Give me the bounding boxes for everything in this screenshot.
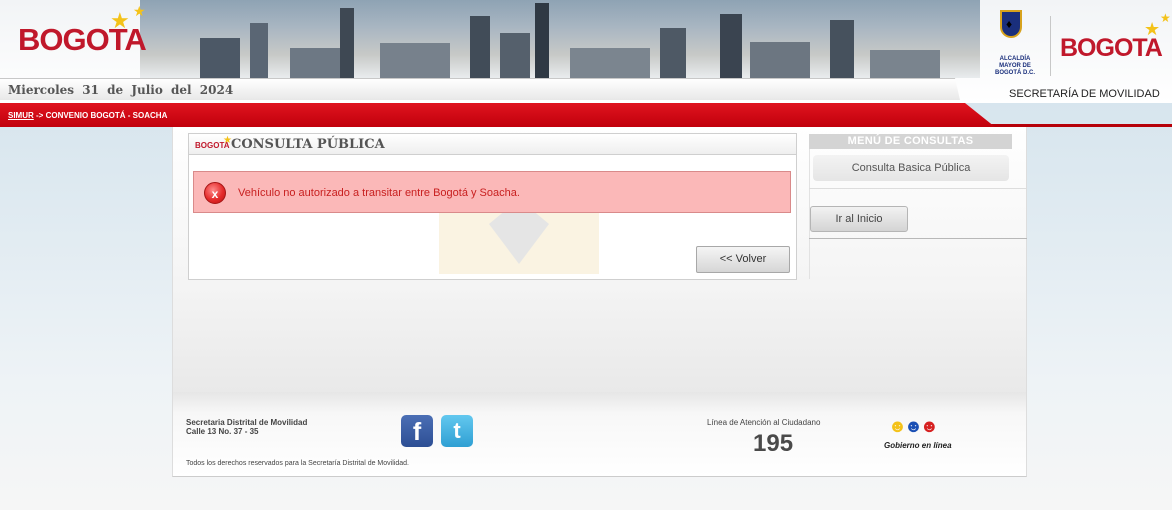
- secretaria-label: SECRETARÍA DE MOVILIDAD: [1009, 88, 1160, 100]
- main-content: BOGOTA ★ CONSULTA PÚBLICA x Vehículo no …: [172, 127, 1027, 392]
- page-title: CONSULTA PÚBLICA: [231, 137, 385, 152]
- panel-header: BOGOTA ★ CONSULTA PÚBLICA: [189, 134, 796, 155]
- breadcrumb-bar: SIMUR -> CONVENIO BOGOTÁ - SOACHA: [0, 103, 995, 127]
- site-footer: Secretaria Distrital de Movilidad Calle …: [172, 392, 1027, 477]
- star-icon: ★: [133, 3, 146, 19]
- star-icon: ★: [110, 8, 130, 33]
- org-address: Calle 13 No. 37 - 35: [186, 427, 259, 436]
- facebook-icon[interactable]: f: [401, 415, 433, 447]
- twitter-icon[interactable]: t: [441, 415, 473, 447]
- menu-divider: [809, 238, 1027, 239]
- site-header: BOGOTA ★ ★ Miercoles 31 de Julio del 202…: [0, 0, 1172, 103]
- menu-heading: MENÚ DE CONSULTAS: [809, 134, 1012, 149]
- copyright-notice: Todos los derechos reservados para la Se…: [186, 460, 409, 467]
- logo-divider: [1050, 16, 1051, 76]
- breadcrumb-current: -> CONVENIO BOGOTÁ - SOACHA: [33, 111, 168, 120]
- shield-icon: ♦: [1000, 10, 1022, 38]
- error-icon: x: [204, 182, 226, 204]
- menu-item-consulta-basica[interactable]: Consulta Basica Pública: [813, 155, 1009, 181]
- back-button[interactable]: << Volver: [696, 246, 790, 273]
- alcaldia-logo: ♦ ALCALDÍA MAYOR DE BOGOTÁ D.C. BOGOTA ★…: [982, 6, 1172, 101]
- gobierno-en-linea-label: Gobierno en línea: [884, 441, 952, 450]
- star-icon: ★: [1144, 19, 1161, 39]
- breadcrumb-link-simur[interactable]: SIMUR: [8, 111, 34, 120]
- star-icon: ★: [1160, 11, 1171, 25]
- error-alert: x Vehículo no autorizado a transitar ent…: [193, 171, 791, 213]
- city-skyline-banner: [140, 0, 980, 78]
- date-bar: Miercoles 31 de Julio del 2024: [0, 78, 960, 100]
- gobierno-en-linea-icon[interactable]: ☻☻☻ Gobierno en línea: [878, 416, 968, 456]
- hotline-label: Línea de Atención al Ciudadano: [707, 418, 821, 427]
- org-name: Secretaria Distrital de Movilidad: [186, 418, 308, 427]
- alcaldia-label: ALCALDÍA MAYOR DE BOGOTÁ D.C.: [995, 56, 1035, 76]
- hotline-number: 195: [753, 430, 794, 457]
- error-message: Vehículo no autorizado a transitar entre…: [238, 187, 520, 199]
- menu-divider: [809, 188, 1027, 189]
- footer-organization: Secretaria Distrital de Movilidad Calle …: [186, 418, 307, 436]
- breadcrumb: SIMUR -> CONVENIO BOGOTÁ - SOACHA: [8, 111, 167, 120]
- current-date: Miercoles 31 de Julio del 2024: [8, 83, 234, 97]
- home-button[interactable]: Ir al Inicio: [810, 206, 908, 232]
- consulta-panel: BOGOTA ★ CONSULTA PÚBLICA x Vehículo no …: [188, 133, 797, 280]
